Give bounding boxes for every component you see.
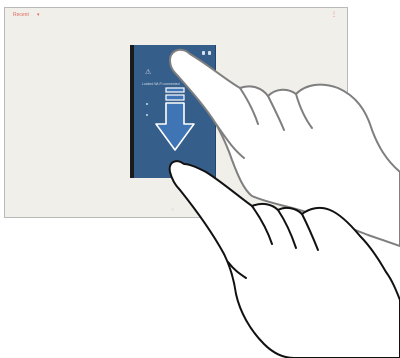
gesture-illustration bbox=[155, 48, 400, 358]
arrow-down-icon bbox=[155, 87, 195, 151]
